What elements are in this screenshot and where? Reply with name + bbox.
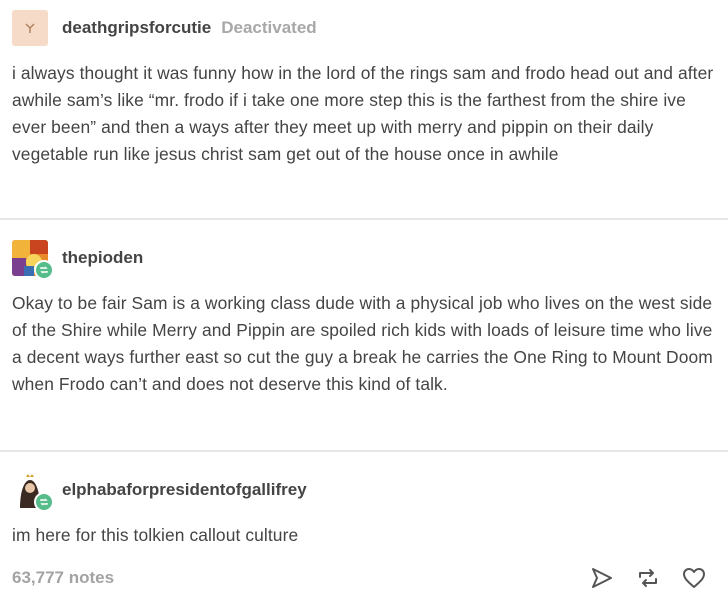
share-icon[interactable]: [590, 566, 614, 590]
avatar-image: [12, 10, 48, 46]
reblog-badge: [34, 260, 54, 280]
post-actions: [590, 566, 706, 590]
post-body: im here for this tolkien callout culture: [12, 525, 299, 545]
avatar[interactable]: [12, 10, 48, 46]
post-divider: [0, 450, 728, 452]
post-divider: [0, 218, 728, 220]
post-username[interactable]: thepioden: [62, 248, 143, 268]
post-header-2: thepioden: [12, 240, 143, 280]
account-status: Deactivated: [221, 18, 317, 37]
post-username[interactable]: elphabaforpresidentofgallifrey: [62, 480, 307, 500]
reblog-icon[interactable]: [636, 566, 660, 590]
post-body: Okay to be fair Sam is a working class d…: [12, 293, 713, 394]
like-icon[interactable]: [682, 566, 706, 590]
post-footer: 63,777 notes: [12, 566, 714, 590]
reblog-badge: [34, 492, 54, 512]
post-header-1: deathgripsforcutie Deactivated: [12, 10, 317, 46]
post-body: i always thought it was funny how in the…: [12, 63, 714, 164]
post-header-3: elphabaforpresidentofgallifrey: [12, 472, 307, 512]
post-username[interactable]: deathgripsforcutie: [62, 18, 211, 38]
avatar[interactable]: [12, 240, 54, 280]
avatar[interactable]: [12, 472, 54, 512]
reblog-badge-icon: [40, 498, 48, 506]
notes-count[interactable]: 63,777 notes: [12, 568, 114, 588]
avatar-image-graphic: [12, 10, 48, 46]
reblog-badge-icon: [40, 266, 48, 274]
